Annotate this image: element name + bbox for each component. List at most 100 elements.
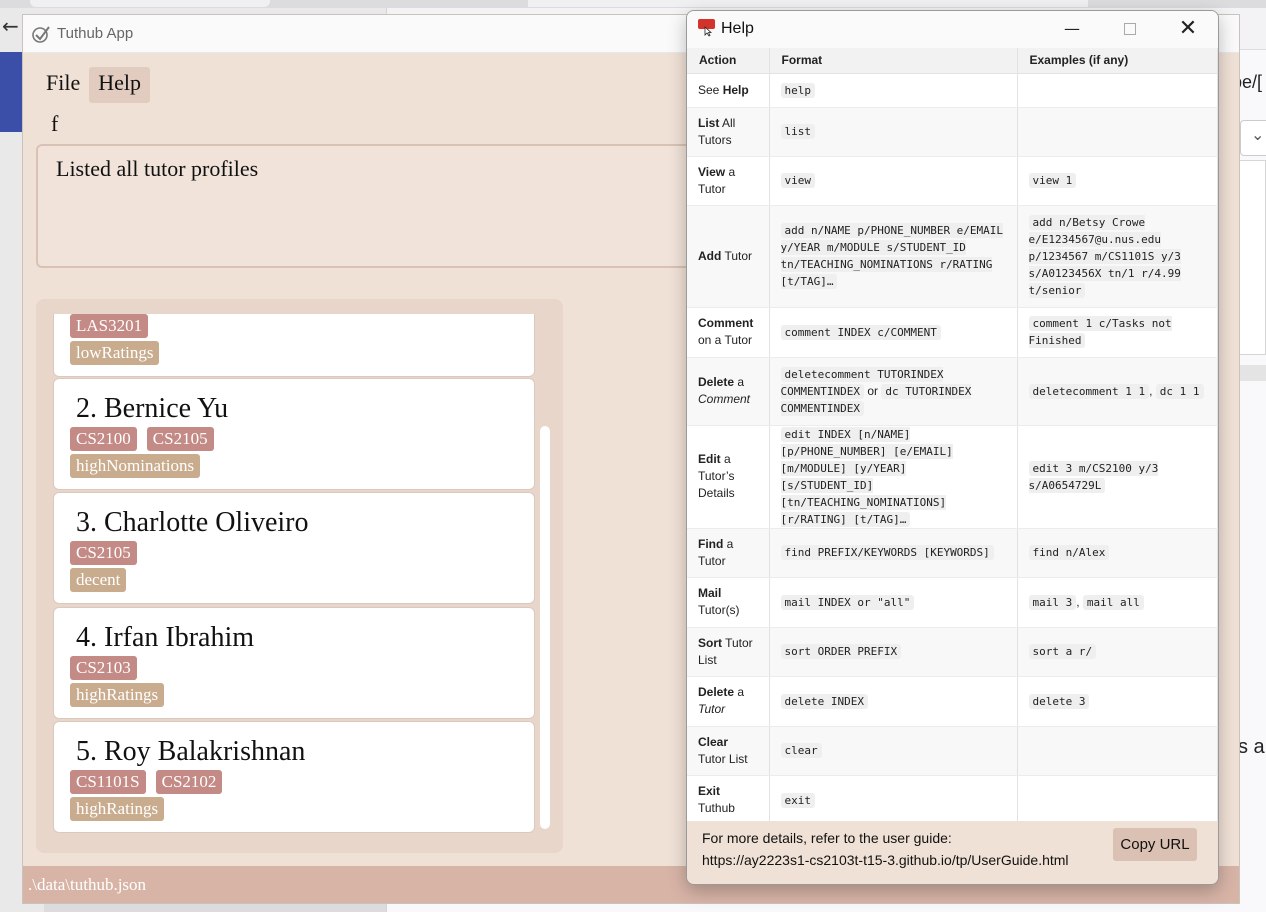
module-tags: LAS3201 [70,314,149,338]
help-titlebar: Help — ✕ [687,11,1218,48]
action-cell: Mail Tutor(s) [687,577,770,628]
example-cell: edit 3 m/CS2100 y/3 s/A0654729L [1017,425,1218,529]
close-button[interactable]: ✕ [1165,15,1211,43]
app-check-icon [32,26,50,43]
action-cell: Exit Tuthub [687,775,770,821]
action-cell: Comment on a Tutor [687,307,770,358]
module-tag: CS2103 [70,656,137,680]
help-content[interactable]: Action Format Examples (if any) See Help… [687,48,1218,821]
tutor-card[interactable]: 3. Charlotte Oliveiro CS2105 decent [53,492,535,604]
chevron-down-icon: ⌄ [1251,125,1265,144]
rating-tags: highNominations [70,454,201,478]
background-sidebar [0,52,22,132]
table-row: Sort Tutor List sort ORDER PREFIX sort a… [687,627,1218,677]
action-cell: Delete a Tutor [687,676,770,727]
format-cell: mail INDEX or "all" [769,577,1018,628]
table-row: Mail Tutor(s) mail INDEX or "all" mail 3… [687,577,1218,628]
format-cell: sort ORDER PREFIX [769,627,1018,677]
module-tag: LAS3201 [70,314,149,338]
example-cell: add n/Betsy Crowe e/E1234567@u.nus.edu p… [1017,205,1218,308]
result-text: Listed all tutor profiles [56,156,259,181]
example-cell: find n/Alex [1017,528,1218,578]
command-input[interactable]: f [51,111,58,137]
module-tags: CS1101S CS2102 [70,770,223,794]
column-header: Format [769,48,1018,74]
example-cell: delete 3 [1017,676,1218,727]
tutor-name: 4. Irfan Ibrahim [76,622,255,653]
example-cell [1017,775,1218,821]
menu-help[interactable]: Help [89,67,150,103]
background-stripe [1238,365,1266,381]
list-scrollbar[interactable] [540,426,550,829]
example-cell: sort a r/ [1017,627,1218,677]
example-cell: mail 3, mail all [1017,577,1218,628]
action-cell: Delete a Comment [687,357,770,426]
format-cell: add n/NAME p/PHONE_NUMBER e/EMAIL y/YEAR… [769,205,1018,308]
tutor-card[interactable]: 5. Roy Balakrishnan CS1101S CS2102 highR… [53,721,535,833]
action-cell: Clear Tutor List [687,726,770,776]
rating-tag: highNominations [70,454,201,478]
action-cell: Find a Tutor [687,528,770,578]
format-cell: exit [769,775,1018,821]
background-dropdown[interactable]: ⌄ [1240,120,1266,156]
back-arrow-icon[interactable]: ← [2,14,19,38]
app-title: Tuthub App [57,25,134,42]
tutor-name: 3. Charlotte Oliveiro [76,507,309,538]
rating-tags: highRatings [70,797,165,821]
example-cell [1017,726,1218,776]
maximize-button[interactable] [1107,15,1153,43]
menu-file[interactable]: File [37,67,89,103]
example-cell [1017,73,1218,108]
table-row: Find a Tutor find PREFIX/KEYWORDS [KEYWO… [687,528,1218,578]
rating-tag: highRatings [70,683,165,707]
help-app-icon [698,19,715,37]
tutor-card[interactable]: 2. Bernice Yu CS2100 CS2105 highNominati… [53,378,535,490]
tutor-card[interactable]: LAS3201 lowRatings [53,314,535,377]
help-footer: For more details, refer to the user guid… [687,821,1218,884]
copy-url-button[interactable]: Copy URL [1113,828,1197,861]
minimize-button[interactable]: — [1049,15,1095,43]
command-table: Action Format Examples (if any) See Help… [687,48,1218,821]
tutor-list[interactable]: LAS3201 lowRatings 2. Bernice Yu CS2100 … [53,314,535,836]
rating-tags: lowRatings [70,341,160,365]
table-row: List All Tutors list [687,107,1218,157]
action-cell: Add Tutor [687,205,770,308]
module-tag: CS1101S [70,770,146,794]
menu-bar: File Help [37,67,150,103]
format-cell: delete INDEX [769,676,1018,727]
format-cell: edit INDEX [n/NAME] [p/PHONE_NUMBER] [e/… [769,425,1018,529]
table-row: View a Tutor view view 1 [687,156,1218,206]
status-path: .\data\tuthub.json [28,875,147,894]
format-cell: view [769,156,1018,206]
example-cell: comment 1 c/Tasks not Finished [1017,307,1218,358]
format-cell: comment INDEX c/COMMENT [769,307,1018,358]
column-header: Action [687,48,770,74]
table-row: Add Tutor add n/NAME p/PHONE_NUMBER e/EM… [687,205,1218,308]
format-cell: deletecomment TUTORINDEX COMMENTINDEX or… [769,357,1018,426]
tutor-card[interactable]: 4. Irfan Ibrahim CS2103 highRatings [53,607,535,719]
format-cell: clear [769,726,1018,776]
action-cell: List All Tutors [687,107,770,157]
browser-tab-2[interactable] [528,0,1088,7]
table-row: Comment on a Tutor comment INDEX c/COMME… [687,307,1218,358]
browser-tab[interactable] [30,0,270,7]
module-tag: CS2100 [70,427,137,451]
example-cell: view 1 [1017,156,1218,206]
rating-tags: decent [70,568,127,592]
table-row: Delete a Comment deletecomment TUTORINDE… [687,357,1218,426]
help-title: Help [721,20,754,37]
format-cell: help [769,73,1018,108]
tutor-name: 2. Bernice Yu [76,393,229,424]
background-text: s a [1238,736,1265,758]
table-row: Clear Tutor List clear [687,726,1218,776]
user-guide-label: For more details, refer to the user guid… [702,830,952,846]
action-cell: View a Tutor [687,156,770,206]
table-row: See Help help [687,73,1218,108]
user-guide-url: https://ay2223s1-cs2103t-t15-3.github.io… [702,852,1069,868]
tutor-list-panel: LAS3201 lowRatings 2. Bernice Yu CS2100 … [36,299,563,853]
table-row: Delete a Tutor delete INDEX delete 3 [687,676,1218,727]
rating-tag: decent [70,568,127,592]
column-header: Examples (if any) [1017,48,1218,74]
maximize-icon [1124,23,1136,35]
action-cell: Edit a Tutor’s Details [687,425,770,529]
